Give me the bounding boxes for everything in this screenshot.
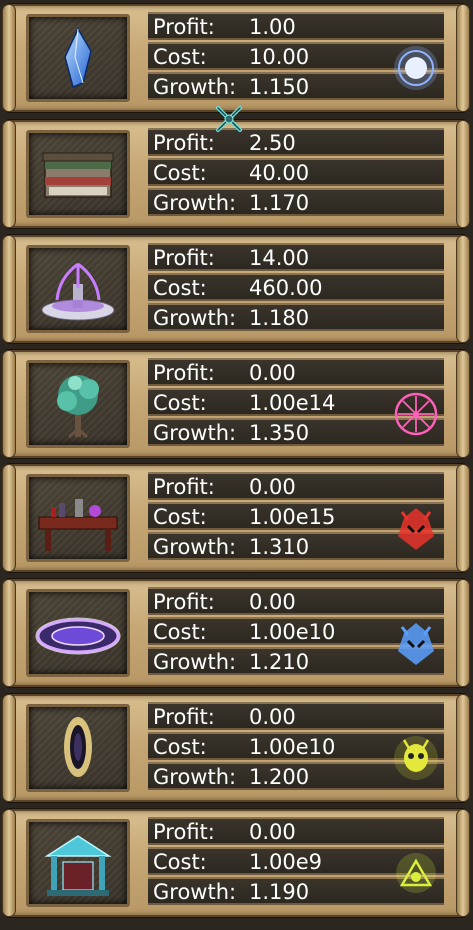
growth-label: Growth: — [153, 535, 237, 559]
profit-label: Profit: — [153, 820, 215, 844]
growth-label: Growth: — [153, 191, 237, 215]
blue-orb-rune-icon — [388, 40, 444, 96]
cost-label: Cost: — [153, 505, 207, 529]
profit-value: 0.00 — [249, 820, 296, 844]
profit-value: 1.00 — [249, 15, 296, 39]
growth-row: Growth: 1.170 — [148, 188, 444, 216]
cost-value: 1.00e10 — [249, 620, 336, 644]
building-card[interactable]: Profit: 0.00 Cost: 1.00e10 Growth: 1.210 — [2, 579, 470, 687]
profit-label: Profit: — [153, 246, 215, 270]
building-card[interactable]: Profit: 0.00 Cost: 1.00e10 Growth: 1.200 — [2, 694, 470, 802]
dark-portal-icon — [26, 704, 130, 792]
profit-row: Profit: 0.00 — [148, 472, 444, 500]
profit-row: Profit: 1.00 — [148, 12, 444, 40]
pink-sigil-icon — [388, 386, 444, 442]
building-card[interactable]: Profit: 14.00 Cost: 460.00 Growth: 1.180 — [2, 235, 470, 343]
red-demon-mask-icon — [388, 500, 444, 556]
profit-row: Profit: 0.00 — [148, 817, 444, 845]
purple-fountain-icon — [26, 245, 130, 333]
growth-value: 1.170 — [249, 191, 310, 215]
growth-value: 1.180 — [249, 306, 310, 330]
profit-label: Profit: — [153, 15, 215, 39]
profit-value: 0.00 — [249, 590, 296, 614]
growth-row: Growth: 1.180 — [148, 303, 444, 331]
growth-value: 1.350 — [249, 421, 310, 445]
profit-row: Profit: 14.00 — [148, 243, 444, 271]
growth-label: Growth: — [153, 75, 237, 99]
growth-value: 1.190 — [249, 880, 310, 904]
profit-row: Profit: 0.00 — [148, 587, 444, 615]
cost-label: Cost: — [153, 276, 207, 300]
profit-label: Profit: — [153, 131, 215, 155]
growth-label: Growth: — [153, 421, 237, 445]
growth-value: 1.200 — [249, 765, 310, 789]
growth-label: Growth: — [153, 880, 237, 904]
growth-value: 1.310 — [249, 535, 310, 559]
growth-label: Growth: — [153, 650, 237, 674]
profit-value: 2.50 — [249, 131, 296, 155]
profit-row: Profit: 2.50 — [148, 128, 444, 156]
cost-row: Cost: 460.00 — [148, 273, 444, 301]
growth-label: Growth: — [153, 765, 237, 789]
cost-label: Cost: — [153, 850, 207, 874]
building-list: Profit: 1.00 Cost: 10.00 Growth: 1.150 Profit:… — [0, 0, 473, 930]
cost-label: Cost: — [153, 735, 207, 759]
cost-label: Cost: — [153, 161, 207, 185]
cost-label: Cost: — [153, 391, 207, 415]
profit-value: 0.00 — [249, 705, 296, 729]
profit-value: 0.00 — [249, 361, 296, 385]
profit-label: Profit: — [153, 705, 215, 729]
treasure-chest-icon — [26, 130, 130, 218]
cost-value: 1.00e9 — [249, 850, 323, 874]
building-card[interactable]: Profit: 0.00 Cost: 1.00e14 Growth: 1.350 — [2, 350, 470, 458]
profit-label: Profit: — [153, 361, 215, 385]
profit-label: Profit: — [153, 590, 215, 614]
building-card[interactable]: Profit: 1.00 Cost: 10.00 Growth: 1.150 — [2, 4, 470, 112]
profit-label: Profit: — [153, 475, 215, 499]
yellow-skull-icon — [388, 730, 444, 786]
profit-value: 14.00 — [249, 246, 310, 270]
cost-value: 1.00e15 — [249, 505, 336, 529]
cost-label: Cost: — [153, 45, 207, 69]
glowing-shrine-icon — [26, 819, 130, 907]
summoning-circle-icon — [26, 589, 130, 677]
building-card[interactable]: Profit: 0.00 Cost: 1.00e9 Growth: 1.190 — [2, 809, 470, 917]
profit-row: Profit: 0.00 — [148, 702, 444, 730]
cost-row: Cost: 40.00 — [148, 158, 444, 186]
blue-crystal-icon — [26, 14, 130, 102]
cost-value: 40.00 — [249, 161, 310, 185]
cost-value: 10.00 — [249, 45, 310, 69]
building-card[interactable]: Profit: 2.50 Cost: 40.00 Growth: 1.170 — [2, 120, 470, 228]
building-stats: Profit: 2.50 Cost: 40.00 Growth: 1.170 — [148, 128, 444, 218]
growth-label: Growth: — [153, 306, 237, 330]
alchemy-table-icon — [26, 474, 130, 562]
profit-value: 0.00 — [249, 475, 296, 499]
cost-value: 1.00e14 — [249, 391, 336, 415]
cost-label: Cost: — [153, 620, 207, 644]
yellow-glyph-icon — [388, 845, 444, 901]
profit-row: Profit: 0.00 — [148, 358, 444, 386]
building-card[interactable]: Profit: 0.00 Cost: 1.00e15 Growth: 1.310 — [2, 464, 470, 572]
blue-demon-mask-icon — [388, 615, 444, 671]
cost-value: 460.00 — [249, 276, 323, 300]
building-stats: Profit: 14.00 Cost: 460.00 Growth: 1.180 — [148, 243, 444, 333]
growth-value: 1.150 — [249, 75, 310, 99]
crossed-swords-cursor-icon — [214, 104, 244, 134]
cost-value: 1.00e10 — [249, 735, 336, 759]
crystal-tree-icon — [26, 360, 130, 448]
growth-value: 1.210 — [249, 650, 310, 674]
